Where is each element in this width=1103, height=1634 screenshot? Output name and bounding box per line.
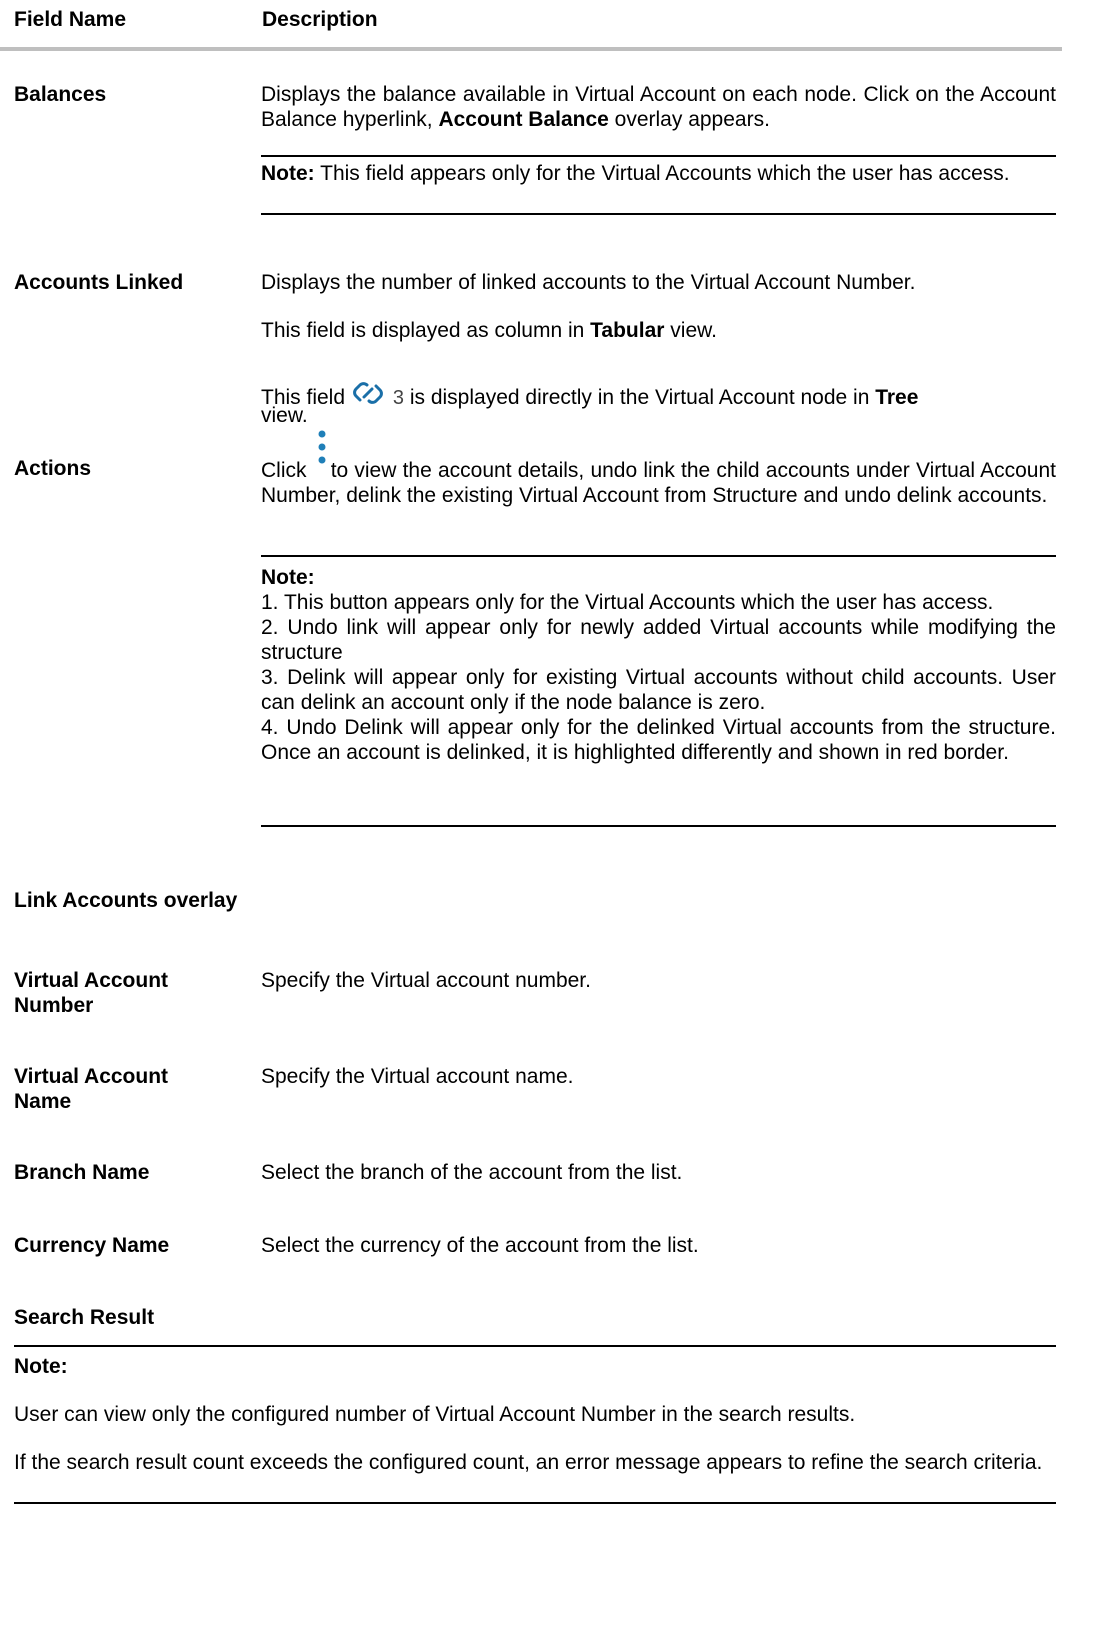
field-branch-name: Branch Name xyxy=(14,1161,150,1184)
actions-note-rule-bottom xyxy=(261,825,1056,827)
header-description: Description xyxy=(262,8,378,31)
actions-note-1: 1. This button appears only for the Virt… xyxy=(261,591,994,614)
actions-note-rule-top xyxy=(261,555,1056,557)
header-field-name: Field Name xyxy=(14,8,127,31)
note-rule-bottom xyxy=(261,213,1056,215)
balances-description: Displays the balance available in Virtua… xyxy=(261,83,1056,131)
search-note-rule-top xyxy=(14,1345,1056,1347)
actions-note-4: 4. Undo Delink will appear only for the … xyxy=(261,716,1056,764)
search-note-label: Note: xyxy=(14,1355,68,1378)
field-accounts-linked: Accounts Linked xyxy=(14,271,184,294)
accounts-linked-line2: This field is displayed as column in Tab… xyxy=(261,319,717,342)
search-note-line1: User can view only the configured number… xyxy=(14,1403,856,1426)
actions-note-3: 3. Delink will appear only for existing … xyxy=(261,666,1056,714)
field-balances: Balances xyxy=(14,83,107,106)
accounts-linked-line1: Displays the number of linked accounts t… xyxy=(261,271,916,294)
actions-description: Click to view the account details, undo … xyxy=(261,459,1056,507)
accounts-linked-line3-end: view. xyxy=(261,404,308,427)
search-note-line2: If the search result count exceeds the c… xyxy=(14,1451,1043,1474)
field-virtual-account-name: Virtual Account Name xyxy=(14,1065,169,1113)
branch-name-desc: Select the branch of the account from th… xyxy=(261,1161,683,1184)
actions-note-2: 2. Undo link will appear only for newly … xyxy=(261,616,1056,664)
field-actions: Actions xyxy=(14,457,92,480)
actions-note: Note: 1. This button appears only for th… xyxy=(261,566,1056,764)
virtual-account-number-desc: Specify the Virtual account number. xyxy=(261,969,591,992)
link-accounts-overlay-heading: Link Accounts overlay xyxy=(14,889,238,912)
search-note-rule-bottom xyxy=(14,1502,1056,1504)
virtual-account-name-desc: Specify the Virtual account name. xyxy=(261,1065,574,1088)
field-currency-name: Currency Name xyxy=(14,1234,170,1257)
field-virtual-account-number: Virtual Account Number xyxy=(14,969,169,1017)
note-rule-top xyxy=(261,155,1056,157)
currency-name-desc: Select the currency of the account from … xyxy=(261,1234,699,1257)
header-divider xyxy=(0,47,1062,51)
search-result-heading: Search Result xyxy=(14,1306,155,1329)
balances-note: Note: This field appears only for the Vi… xyxy=(261,162,1010,185)
